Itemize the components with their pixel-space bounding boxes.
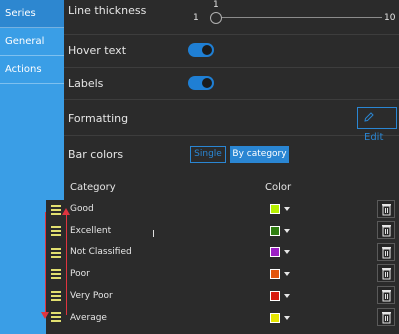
drag-handle[interactable] (51, 209, 61, 211)
sidebar-item-general[interactable]: General (0, 28, 64, 56)
chevron-down-icon[interactable] (284, 229, 290, 233)
category-name: Good (70, 204, 94, 214)
sidebar-item-series[interactable]: Series (0, 0, 64, 28)
drag-handle[interactable] (51, 320, 61, 322)
drag-handle[interactable] (51, 252, 61, 254)
drag-handle[interactable] (51, 230, 61, 232)
line-thickness-slider-thumb[interactable] (210, 12, 222, 24)
chevron-down-icon[interactable] (284, 316, 290, 320)
pencil-icon (364, 112, 374, 122)
color-swatch[interactable] (270, 269, 280, 279)
hover-text-toggle[interactable] (188, 43, 214, 57)
sidebar-item-actions[interactable]: Actions (0, 56, 64, 84)
delete-category-button[interactable] (377, 264, 395, 282)
text-cursor-icon: I (152, 229, 155, 240)
category-name: Poor (70, 269, 90, 279)
bar-colors-label: Bar colors (68, 148, 124, 161)
color-column-header: Color (265, 182, 292, 193)
drag-handle[interactable] (51, 277, 61, 279)
chevron-down-icon[interactable] (284, 272, 290, 276)
labels-row: Labels (64, 68, 399, 100)
drag-handle[interactable] (51, 295, 61, 297)
color-swatch[interactable] (270, 247, 280, 257)
drag-handle[interactable] (51, 226, 61, 228)
formatting-row: Formatting (64, 100, 399, 136)
line-thickness-slider-track[interactable] (214, 17, 382, 18)
delete-category-button[interactable] (377, 308, 395, 326)
line-thickness-row: Line thickness 1 1 10 (64, 0, 399, 35)
color-swatch[interactable] (270, 204, 280, 214)
color-swatch[interactable] (270, 291, 280, 301)
trash-icon (382, 247, 391, 259)
drag-handle[interactable] (51, 299, 61, 301)
labels-label: Labels (68, 77, 104, 90)
color-swatch[interactable] (270, 226, 280, 236)
chevron-down-icon[interactable] (284, 250, 290, 254)
chevron-down-icon[interactable] (284, 294, 290, 298)
delete-category-button[interactable] (377, 286, 395, 304)
drag-handle[interactable] (51, 269, 61, 271)
drag-handle[interactable] (51, 234, 61, 236)
drag-handle[interactable] (51, 312, 61, 314)
category-name: Very Poor (70, 291, 113, 301)
line-thickness-max: 10 (384, 13, 396, 23)
line-thickness-min: 1 (193, 13, 199, 23)
category-column-header: Category (70, 182, 116, 193)
line-thickness-label: Line thickness (68, 4, 147, 17)
trash-icon (382, 268, 391, 280)
labels-toggle[interactable] (188, 76, 214, 90)
bar-colors-single-button[interactable]: Single (190, 146, 226, 163)
drag-handle[interactable] (51, 213, 61, 215)
drag-handle[interactable] (51, 256, 61, 258)
trash-icon (382, 225, 391, 237)
annotation-arrow-down-icon (41, 312, 49, 319)
trash-icon (382, 204, 391, 216)
annotation-arrow-line (45, 212, 46, 315)
delete-category-button[interactable] (377, 243, 395, 261)
drag-handle[interactable] (51, 291, 61, 293)
category-name: Not Classified (70, 247, 132, 257)
chevron-down-icon[interactable] (284, 207, 290, 211)
color-swatch[interactable] (270, 313, 280, 323)
drag-handle[interactable] (51, 273, 61, 275)
line-thickness-value: 1 (213, 0, 219, 10)
hover-text-label: Hover text (68, 44, 127, 57)
bar-colors-by-category-button[interactable]: By category (230, 146, 289, 163)
edit-formatting-button[interactable]: Edit (357, 107, 397, 143)
formatting-label: Formatting (68, 112, 129, 125)
drag-handle[interactable] (51, 205, 61, 207)
category-name: Excellent (70, 226, 112, 236)
drag-handle[interactable] (51, 248, 61, 250)
delete-category-button[interactable] (377, 200, 395, 218)
drag-handle[interactable] (51, 316, 61, 318)
series-settings-panel: Line thickness 1 1 10 Hover text Labels … (64, 0, 399, 334)
trash-icon (382, 290, 391, 302)
category-name: Average (70, 313, 107, 323)
hover-text-row: Hover text (64, 35, 399, 68)
trash-icon (382, 312, 391, 324)
delete-category-button[interactable] (377, 221, 395, 239)
